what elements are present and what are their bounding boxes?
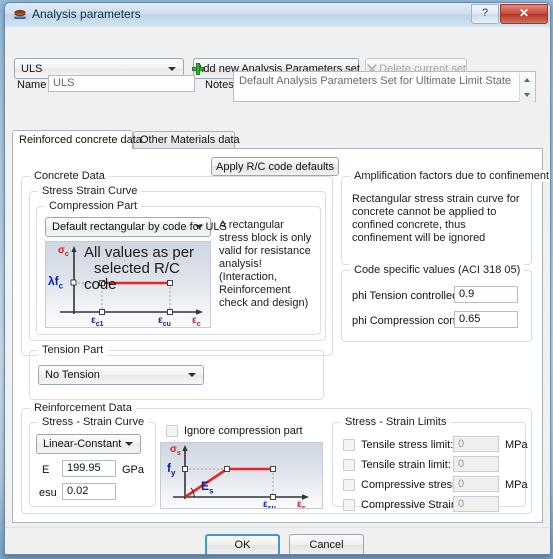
phi-compression-input[interactable]: 0.65 xyxy=(454,311,518,328)
concrete-stress-strain-graph: σc λfc εc1 εcu εc All values as per sele… xyxy=(45,241,211,328)
tension-part-title: Tension Part xyxy=(38,344,108,356)
concrete-stress-strain-title: Stress Strain Curve xyxy=(38,185,142,197)
concrete-sigma-axis-label: σc xyxy=(58,245,69,258)
phi-tension-input[interactable]: 0.9 xyxy=(454,286,518,303)
notes-scrollbar[interactable] xyxy=(519,73,534,102)
tensile-strain-limit-label: Tensile strain limit: xyxy=(361,459,451,471)
tab-reinforced-concrete-data[interactable]: Reinforced concrete data xyxy=(12,130,142,149)
notes-textarea[interactable]: Default Analysis Parameters Set for Ulti… xyxy=(233,71,536,102)
ignore-compression-checkbox[interactable] xyxy=(166,425,178,437)
analysis-parameters-dialog: Analysis parameters ? ✕ ULS Add new Anal… xyxy=(4,2,551,555)
scroll-up-icon xyxy=(524,78,530,82)
concrete-data-group: Concrete Data Stress Strain Curve Compre… xyxy=(21,170,333,356)
close-button[interactable]: ✕ xyxy=(500,4,548,24)
name-label: Name xyxy=(17,79,47,91)
steel-sigma-axis-label: σs xyxy=(170,444,181,457)
esu-input[interactable]: 0.02 xyxy=(62,483,116,500)
young-modulus-unit: GPa xyxy=(122,464,145,476)
dialog-client-area: ULS Add new Analysis Parameters set Dele… xyxy=(5,27,550,554)
tab-other-materials-data[interactable]: Other Materials data xyxy=(133,131,240,148)
reinforcement-data-group: Reinforcement Data Stress - Strain Curve… xyxy=(21,402,532,514)
compressive-stress-limit-checkbox[interactable] xyxy=(343,479,355,491)
scroll-down-icon xyxy=(524,93,530,97)
code-specific-values-title: Code specific values (ACI 318 05) xyxy=(350,264,525,276)
reinforcement-curve-combo-value: Linear-Constant xyxy=(43,438,122,450)
young-modulus-input[interactable]: 199.95 xyxy=(62,460,116,477)
concrete-data-group-title: Concrete Data xyxy=(30,170,109,182)
phi-tension-label: phi Tension controlled xyxy=(352,290,459,302)
steel-eps-su-tick: εsu xyxy=(263,499,276,509)
compressive-stress-limit-unit: MPa xyxy=(505,479,528,491)
compression-curve-combo[interactable]: Default rectangular by code for ULS xyxy=(45,217,227,237)
chevron-down-icon xyxy=(125,442,133,446)
ignore-compression-label: Ignore compression part xyxy=(184,425,303,437)
tensile-stress-limit-input[interactable]: 0 xyxy=(453,436,499,452)
compression-part-title: Compression Part xyxy=(45,200,142,212)
reinforcement-data-group-title: Reinforcement Data xyxy=(30,402,136,414)
concrete-eps-c1-tick: εc1 xyxy=(91,315,104,328)
compressive-stress-limit-input[interactable]: 0 xyxy=(453,476,499,492)
tab-reinforced-concrete-label: Reinforced concrete data xyxy=(19,134,142,146)
concrete-eps-axis-label: εc xyxy=(192,315,201,328)
concrete-eps-cu-tick: εcu xyxy=(158,315,171,328)
chevron-down-icon xyxy=(168,66,176,71)
apply-rc-code-defaults-label: Apply R/C code defaults xyxy=(215,160,334,173)
tab-other-materials-label: Other Materials data xyxy=(140,134,240,146)
tension-part-combo[interactable]: No Tension xyxy=(38,365,204,385)
tensile-stress-limit-label: Tensile stress limit: xyxy=(361,439,454,451)
chevron-down-icon xyxy=(195,225,203,229)
confinement-group: Amplification factors due to confinement… xyxy=(341,170,550,265)
compression-part-group: Compression Part Default rectangular by … xyxy=(36,200,321,335)
esu-label: esu xyxy=(39,487,57,499)
cancel-button-label: Cancel xyxy=(309,539,344,551)
tensile-stress-limit-checkbox[interactable] xyxy=(343,439,355,451)
chevron-down-icon xyxy=(188,373,196,377)
steel-es-slope-label: Es xyxy=(201,479,214,496)
tab-page-reinforced-concrete: Apply R/C code defaults Concrete Data St… xyxy=(12,148,550,523)
stress-strain-limits-title: Stress - Strain Limits xyxy=(341,416,451,428)
steel-fy-label: fy xyxy=(167,461,176,478)
stress-strain-limits-group: Stress - Strain Limits Tensile stress li… xyxy=(332,416,528,512)
ok-button-label: OK xyxy=(234,539,251,551)
reinforcement-curve-combo[interactable]: Linear-Constant xyxy=(36,434,141,454)
window-title: Analysis parameters xyxy=(32,7,141,21)
cancel-button[interactable]: Cancel xyxy=(289,534,364,554)
concrete-lambda-fc-label: λfc xyxy=(48,274,64,291)
tensile-strain-limit-input[interactable]: 0 xyxy=(453,456,499,472)
concrete-stress-strain-curve-group: Stress Strain Curve Compression Part Def… xyxy=(29,185,326,341)
reinforcement-curve-title: Stress - Strain Curve xyxy=(38,416,149,428)
tensile-strain-limit-checkbox[interactable] xyxy=(343,459,355,471)
apply-rc-code-defaults-button[interactable]: Apply R/C code defaults xyxy=(211,157,339,176)
tab-strip: Reinforced concrete data Other Materials… xyxy=(12,130,543,149)
notes-value: Default Analysis Parameters Set for Ulti… xyxy=(239,75,512,87)
ok-button[interactable]: OK xyxy=(205,534,280,554)
analysis-set-combo-value: ULS xyxy=(21,62,43,75)
tension-part-combo-value: No Tension xyxy=(45,369,100,381)
application-icon xyxy=(14,9,26,19)
dialog-footer: OK Cancel xyxy=(5,527,550,554)
concrete-graph-overlay-text: All values as per selected R/C code xyxy=(84,245,210,293)
reinforcement-stress-strain-graph: σs fy Es εsu εs xyxy=(160,442,323,509)
overlay-line-1: All values as per xyxy=(84,244,195,261)
confinement-group-title: Amplification factors due to confinement xyxy=(350,170,550,182)
title-bar: Analysis parameters ? ✕ xyxy=(5,3,550,28)
compressive-strain-limit-input[interactable]: 0 xyxy=(453,496,499,512)
name-input[interactable]: ULS xyxy=(48,75,195,92)
reinforcement-curve-group: Stress - Strain Curve Linear-Constant E … xyxy=(29,416,156,507)
notes-label: Notes xyxy=(205,79,234,91)
overlay-line-2: selected R/C code xyxy=(84,260,180,293)
confinement-message: Rectangular stress strain curve for conc… xyxy=(352,193,520,244)
code-specific-values-group: Code specific values (ACI 318 05) phi Te… xyxy=(341,264,532,342)
tensile-stress-limit-unit: MPa xyxy=(505,439,528,451)
steel-eps-axis-label: εs xyxy=(297,499,306,509)
compressive-strain-limit-checkbox[interactable] xyxy=(343,499,355,511)
compression-help-text: A rectangular stress block is only valid… xyxy=(219,219,312,309)
tension-part-group: Tension Part No Tension xyxy=(29,344,324,400)
young-modulus-label: E xyxy=(42,464,50,476)
help-button[interactable]: ? xyxy=(471,4,499,24)
